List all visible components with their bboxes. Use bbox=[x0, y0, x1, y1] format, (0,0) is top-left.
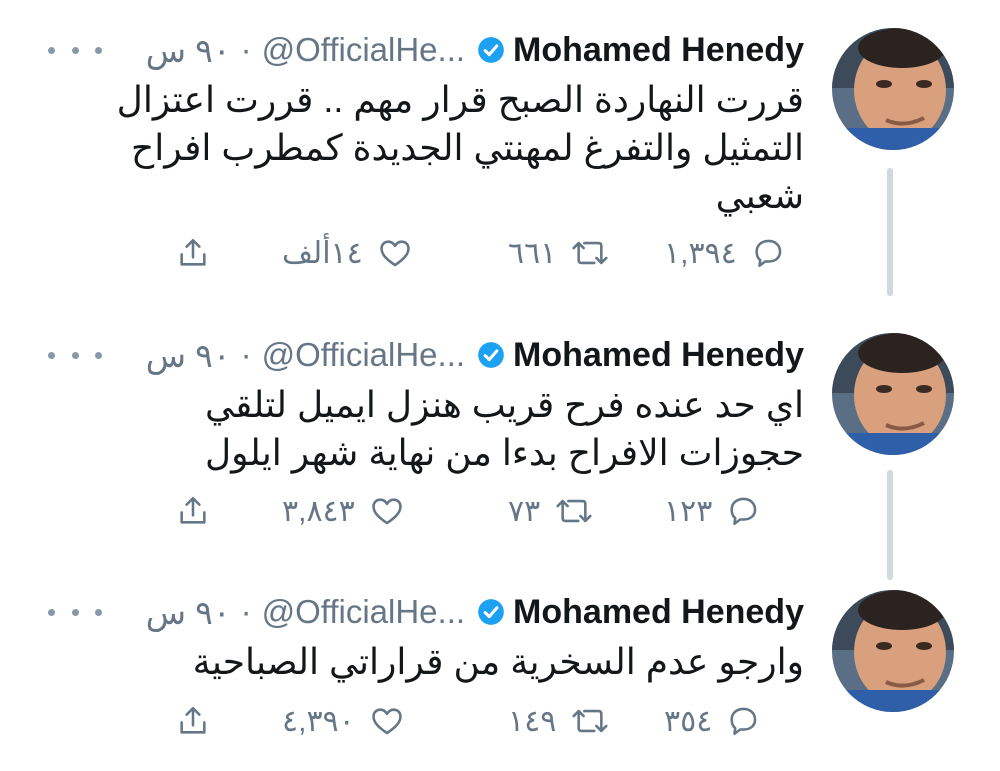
avatar[interactable] bbox=[832, 333, 954, 455]
retweet-icon bbox=[556, 499, 592, 523]
tweet-header: Mohamed Henedy @OfficialHe... · ٩٠ س bbox=[146, 590, 804, 634]
separator-dot: · bbox=[240, 336, 252, 373]
tweet[interactable]: Mohamed Henedy @OfficialHe... · ٩٠ س اي … bbox=[0, 333, 1000, 553]
share-icon bbox=[180, 706, 206, 734]
like-icon bbox=[372, 498, 402, 525]
verified-badge-icon bbox=[478, 342, 504, 368]
reply-count: ٣٥٤ bbox=[664, 704, 713, 738]
reply-button[interactable]: ١٢٣ bbox=[664, 488, 760, 534]
author-handle[interactable]: @OfficialHe... bbox=[262, 31, 465, 69]
author-handle[interactable]: @OfficialHe... bbox=[262, 336, 465, 374]
like-button[interactable]: ٣,٨٤٣ bbox=[282, 488, 405, 534]
share-button[interactable] bbox=[176, 230, 210, 276]
more-icon[interactable] bbox=[48, 598, 102, 626]
more-icon[interactable] bbox=[48, 341, 102, 369]
timestamp[interactable]: ٩٠ س bbox=[146, 31, 231, 70]
separator-dot: · bbox=[240, 31, 252, 68]
author-name[interactable]: Mohamed Henedy bbox=[513, 593, 804, 632]
share-button[interactable] bbox=[176, 488, 210, 534]
retweet-icon bbox=[572, 709, 608, 733]
retweet-count: ١٤٩ bbox=[508, 704, 557, 738]
reply-count: ١,٣٩٤ bbox=[664, 236, 737, 270]
reply-icon bbox=[730, 497, 757, 526]
tweet[interactable]: Mohamed Henedy @OfficialHe... · ٩٠ س وار… bbox=[0, 590, 1000, 760]
tweet-actions: ١,٣٩٤ ٦٦١ ١٤ألف bbox=[170, 230, 810, 276]
tweet-actions: ١٢٣ ٧٣ ٣,٨٤٣ bbox=[170, 488, 810, 534]
retweet-icon bbox=[572, 241, 608, 265]
reply-button[interactable]: ١,٣٩٤ bbox=[664, 230, 785, 276]
verified-badge-icon bbox=[478, 37, 504, 63]
tweet-text: اي حد عنده فرح قريب هنزل ايميل لتلقي حجو… bbox=[205, 384, 804, 473]
retweet-button[interactable]: ٧٣ bbox=[508, 488, 594, 534]
like-icon bbox=[380, 240, 410, 267]
tweet-header: Mohamed Henedy @OfficialHe... · ٩٠ س bbox=[146, 28, 804, 72]
tweet-text: وارجو عدم السخرية من قراراتي الصباحية bbox=[192, 641, 804, 682]
retweet-count: ٦٦١ bbox=[508, 236, 557, 270]
like-button[interactable]: ٤,٣٩٠ bbox=[282, 698, 405, 744]
share-icon bbox=[180, 496, 206, 524]
timestamp[interactable]: ٩٠ س bbox=[146, 336, 231, 375]
timestamp[interactable]: ٩٠ س bbox=[146, 593, 231, 632]
tweet-header: Mohamed Henedy @OfficialHe... · ٩٠ س bbox=[146, 333, 804, 377]
like-count: ١٤ألف bbox=[282, 236, 363, 270]
author-handle[interactable]: @OfficialHe... bbox=[262, 593, 465, 631]
like-icon bbox=[372, 708, 402, 735]
more-icon[interactable] bbox=[48, 36, 102, 64]
tweet-actions: ٣٥٤ ١٤٩ ٤,٣٩٠ bbox=[170, 698, 810, 744]
verified-badge-icon bbox=[478, 599, 504, 625]
like-button[interactable]: ١٤ألف bbox=[282, 230, 413, 276]
author-name[interactable]: Mohamed Henedy bbox=[513, 336, 804, 375]
retweet-button[interactable]: ١٤٩ bbox=[508, 698, 610, 744]
avatar[interactable] bbox=[832, 590, 954, 712]
separator-dot: · bbox=[240, 593, 252, 630]
tweet-text: قررت النهاردة الصبح قرار مهم .. قررت اعت… bbox=[116, 79, 804, 216]
reply-button[interactable]: ٣٥٤ bbox=[664, 698, 760, 744]
retweet-count: ٧٣ bbox=[508, 494, 541, 528]
reply-icon bbox=[730, 707, 757, 736]
share-button[interactable] bbox=[176, 698, 210, 744]
tweet[interactable]: Mohamed Henedy @OfficialHe... · ٩٠ س قرر… bbox=[0, 28, 1000, 298]
avatar[interactable] bbox=[832, 28, 954, 150]
retweet-button[interactable]: ٦٦١ bbox=[508, 230, 610, 276]
like-count: ٤,٣٩٠ bbox=[282, 704, 355, 738]
like-count: ٣,٨٤٣ bbox=[282, 494, 355, 528]
share-icon bbox=[180, 238, 206, 266]
reply-icon bbox=[755, 239, 782, 268]
reply-count: ١٢٣ bbox=[664, 494, 713, 528]
author-name[interactable]: Mohamed Henedy bbox=[513, 31, 804, 70]
